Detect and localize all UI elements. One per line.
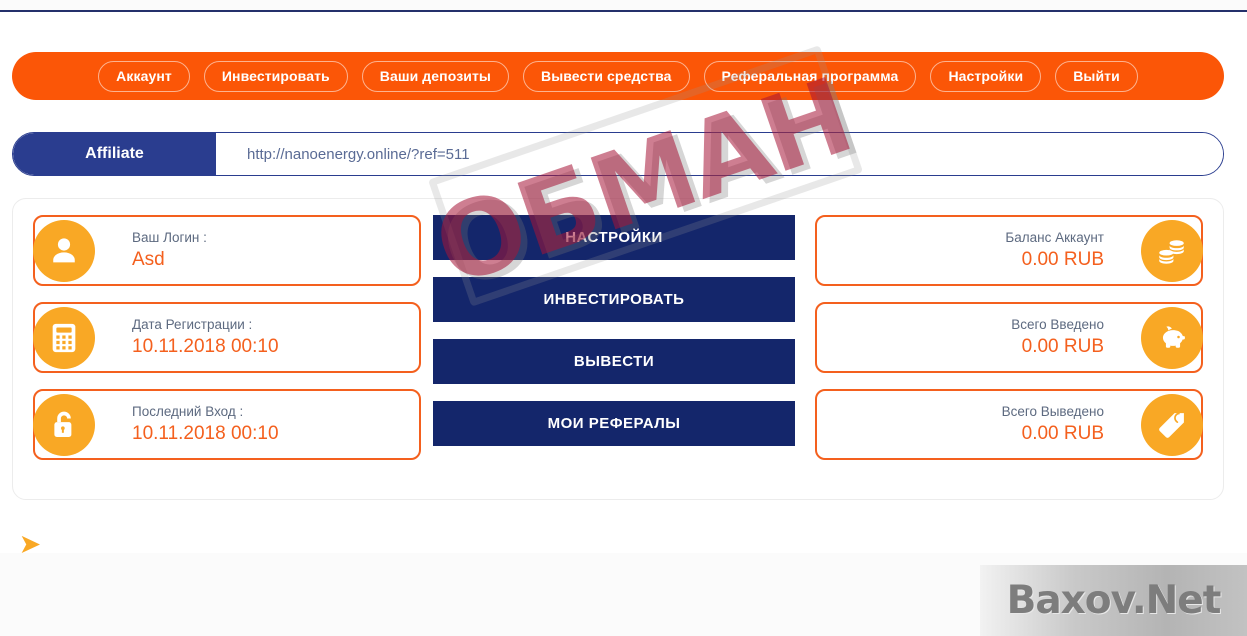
nav-item-referral[interactable]: Реферальная программа: [703, 60, 917, 92]
account-balance-card: Баланс Аккаунт 0.00 RUB: [815, 215, 1203, 286]
nav-item-deposits[interactable]: Ваши депозиты: [361, 60, 509, 92]
login-value: Asd: [132, 248, 165, 270]
unlock-icon: [33, 393, 95, 456]
total-withdrawn-value: 0.00 RUB: [1021, 422, 1104, 444]
login-label: Ваш Логин :: [132, 229, 207, 245]
user-icon: [33, 219, 95, 282]
action-buttons-column: НАСТРОЙКИ ИНВЕСТИРОВАТЬ ВЫВЕСТИ МОИ РЕФЕ…: [433, 215, 795, 446]
account-info-column: Ваш Логин : Asd Дата Регистрации : 10.11…: [33, 215, 421, 476]
main-navigation-bar: Аккаунт Инвестировать Ваши депозиты Выве…: [12, 52, 1224, 100]
nav-item-withdraw[interactable]: Вывести средства: [523, 60, 690, 92]
registration-date-label: Дата Регистрации :: [132, 316, 253, 332]
top-divider-rule: [0, 10, 1247, 12]
account-overview-panel: Ваш Логин : Asd Дата Регистрации : 10.11…: [12, 198, 1224, 500]
registration-date-value: 10.11.2018 00:10: [132, 335, 279, 357]
login-card: Ваш Логин : Asd: [33, 215, 421, 286]
withdraw-button[interactable]: ВЫВЕСТИ: [433, 339, 795, 384]
total-deposited-label: Всего Введено: [1011, 316, 1104, 332]
nav-item-account[interactable]: Аккаунт: [98, 60, 190, 92]
nav-item-logout[interactable]: Выйти: [1055, 60, 1138, 92]
total-deposited-card: Всего Введено 0.00 RUB: [815, 302, 1203, 373]
last-login-label: Последний Вход :: [132, 403, 244, 419]
total-withdrawn-card: Всего Выведено 0.00 RUB: [815, 389, 1203, 460]
baxov-watermark: Baxov.Net: [980, 565, 1247, 636]
my-referrals-button[interactable]: МОИ РЕФЕРАЛЫ: [433, 401, 795, 446]
registration-date-card: Дата Регистрации : 10.11.2018 00:10: [33, 302, 421, 373]
affiliate-label: Affiliate: [13, 133, 216, 175]
scroll-arrow-icon[interactable]: ➤: [20, 536, 46, 554]
last-login-value: 10.11.2018 00:10: [132, 422, 279, 444]
invest-button[interactable]: ИНВЕСТИРОВАТЬ: [433, 277, 795, 322]
price-tag-icon: [1141, 393, 1203, 456]
nav-item-invest[interactable]: Инвестировать: [203, 60, 348, 92]
affiliate-link-bar: Affiliate http://nanoenergy.online/?ref=…: [12, 132, 1224, 176]
calculator-icon: [33, 306, 95, 369]
nav-item-settings[interactable]: Настройки: [930, 60, 1042, 92]
affiliate-url-field[interactable]: http://nanoenergy.online/?ref=511: [216, 133, 1223, 175]
baxov-watermark-text: Baxov.Net: [1006, 578, 1222, 623]
coins-icon: [1141, 219, 1203, 282]
piggy-bank-icon: [1141, 306, 1203, 369]
top-strip: [0, 0, 1247, 10]
total-deposited-value: 0.00 RUB: [1021, 335, 1104, 357]
account-balance-value: 0.00 RUB: [1021, 248, 1104, 270]
settings-button[interactable]: НАСТРОЙКИ: [433, 215, 795, 260]
balance-info-column: Баланс Аккаунт 0.00 RUB Всего Введено 0.…: [815, 215, 1203, 476]
last-login-card: Последний Вход : 10.11.2018 00:10: [33, 389, 421, 460]
account-balance-label: Баланс Аккаунт: [1005, 229, 1104, 245]
total-withdrawn-label: Всего Выведено: [1001, 403, 1104, 419]
